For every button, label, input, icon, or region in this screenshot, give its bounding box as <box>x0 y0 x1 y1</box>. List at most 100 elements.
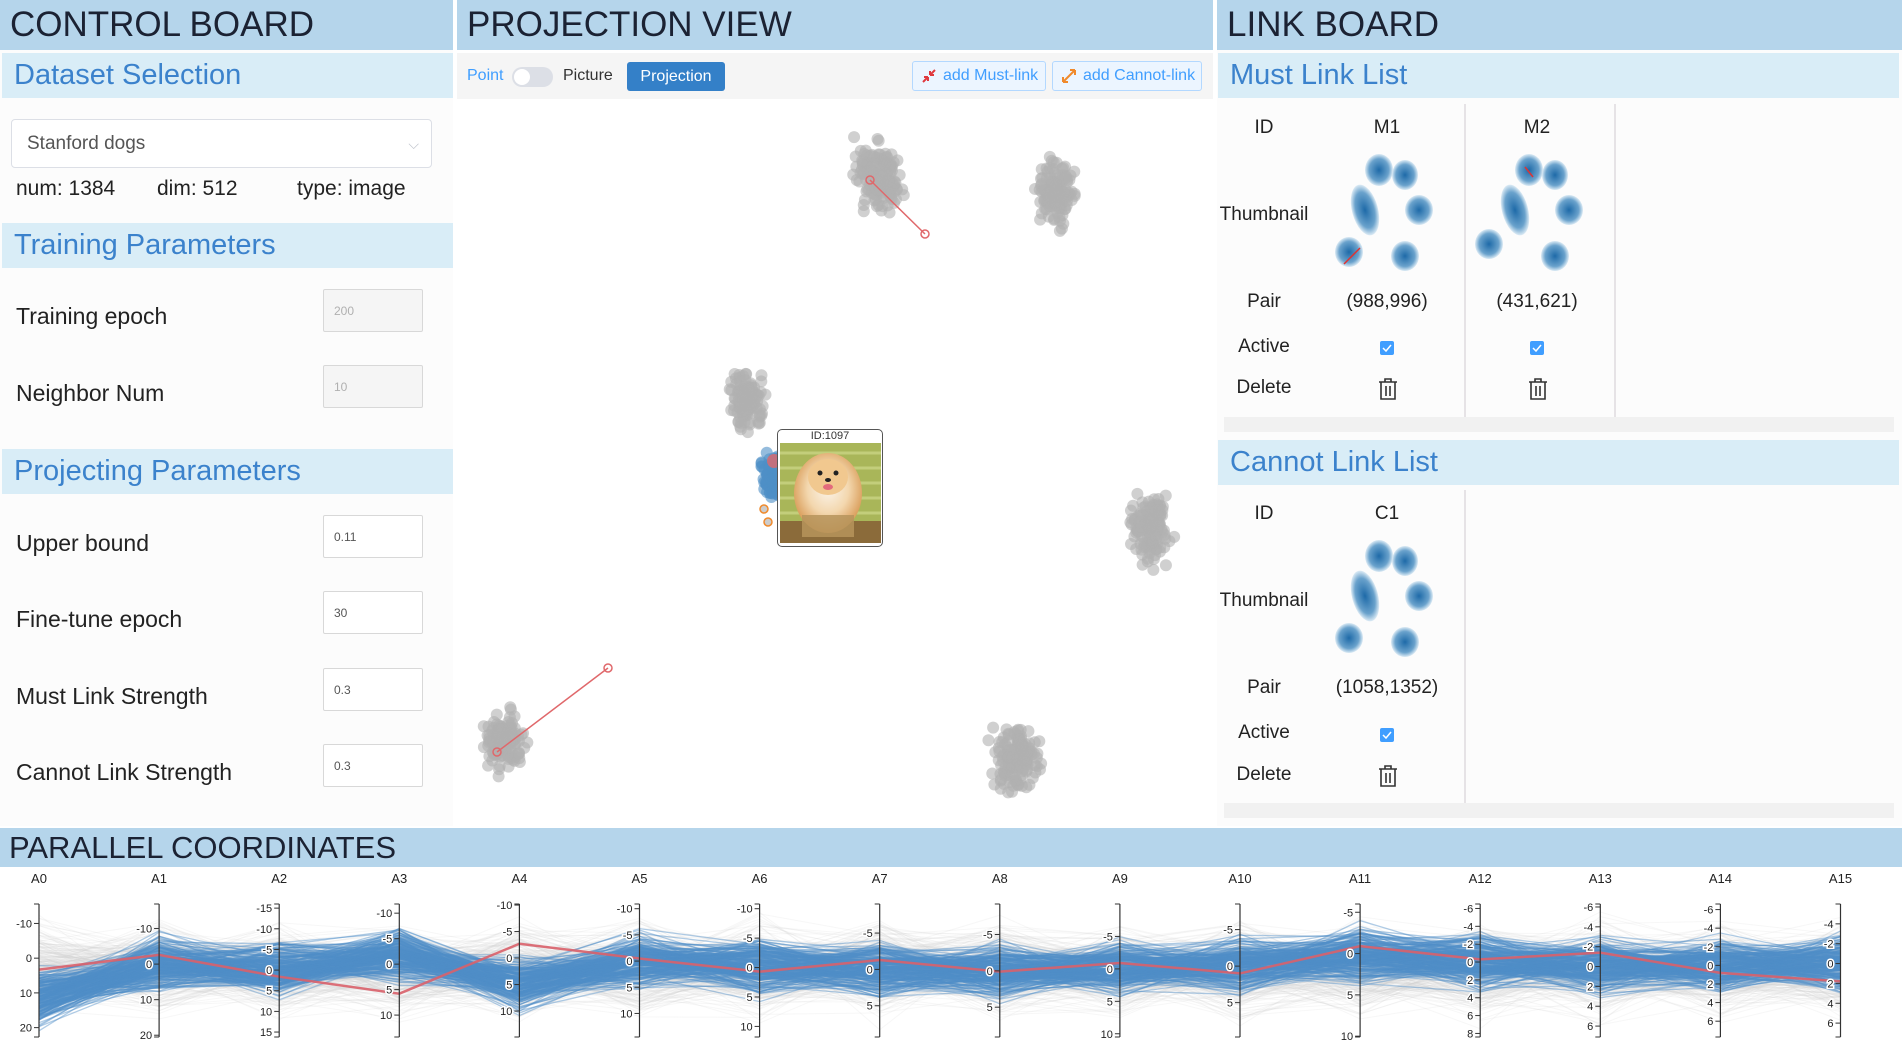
data-point[interactable] <box>482 759 495 772</box>
tick-label: 10 <box>380 1010 392 1022</box>
tick-label: 0 <box>867 964 873 976</box>
cannot-link-strength-label: Cannot Link Strength <box>16 759 233 785</box>
dog-thumbnail-image <box>780 443 881 543</box>
cannot-link-active-checkbox[interactable] <box>1380 728 1394 742</box>
cannot-link-endpoint[interactable] <box>759 504 769 514</box>
data-point[interactable] <box>723 383 736 396</box>
data-point[interactable] <box>490 708 503 721</box>
tick-label: 0 <box>26 953 32 965</box>
data-point[interactable] <box>501 748 514 761</box>
data-point[interactable] <box>1030 760 1043 773</box>
data-point[interactable] <box>1050 156 1063 169</box>
projection-button[interactable]: Projection <box>627 62 725 91</box>
data-point[interactable] <box>1022 725 1035 738</box>
data-point[interactable] <box>1033 735 1046 748</box>
tick-label: 4 <box>1467 993 1473 1005</box>
tick-label: -4 <box>1704 923 1714 935</box>
data-point[interactable] <box>982 734 995 747</box>
data-point[interactable] <box>1040 172 1053 185</box>
data-point[interactable] <box>1060 171 1073 184</box>
data-point[interactable] <box>492 726 505 739</box>
data-point[interactable] <box>761 474 774 487</box>
fine-tune-epoch-input[interactable]: 30 <box>323 591 423 634</box>
tick-label: 5 <box>626 982 632 994</box>
data-point[interactable] <box>885 193 898 206</box>
must-link-active-checkbox[interactable] <box>1530 341 1544 355</box>
data-point[interactable] <box>1136 548 1149 561</box>
pair-row-label: Pair <box>1247 291 1281 312</box>
neighbor-num-input[interactable]: 10 <box>323 365 423 408</box>
data-point[interactable] <box>1068 187 1081 200</box>
data-point[interactable] <box>477 720 490 733</box>
data-point[interactable] <box>1136 496 1149 509</box>
data-point[interactable] <box>492 770 505 783</box>
cannot-link-horizontal-scrollbar[interactable] <box>1224 803 1894 818</box>
data-point[interactable] <box>1015 740 1028 753</box>
point-picture-toggle[interactable] <box>512 67 553 87</box>
axis-label: A6 <box>752 871 768 886</box>
data-point[interactable] <box>728 368 741 381</box>
data-point[interactable] <box>738 404 751 417</box>
tick-label: 0 <box>386 959 392 971</box>
add-must-link-button[interactable]: add Must-link <box>912 61 1046 91</box>
checkmark-icon <box>1382 731 1392 740</box>
must-link-horizontal-scrollbar[interactable] <box>1224 417 1894 432</box>
data-point[interactable] <box>1158 528 1171 541</box>
data-point[interactable] <box>1008 726 1021 739</box>
compress-arrows-icon <box>922 69 936 83</box>
must-link-active-checkbox[interactable] <box>1380 341 1394 355</box>
data-point[interactable] <box>1038 184 1051 197</box>
data-point[interactable] <box>742 391 755 404</box>
data-point[interactable] <box>504 701 517 714</box>
cluster-blob <box>1405 195 1433 225</box>
data-point[interactable] <box>1143 520 1156 533</box>
data-point[interactable] <box>847 168 860 181</box>
tooltip-id: ID:1097 <box>810 430 850 442</box>
tick-label: 5 <box>1227 998 1233 1010</box>
data-point[interactable] <box>875 204 888 217</box>
control-board: CONTROL BOARD Dataset Selection Stanford… <box>0 0 453 826</box>
add-cannot-link-button[interactable]: add Cannot-link <box>1052 61 1202 91</box>
cannot-link-endpoint[interactable] <box>763 517 773 527</box>
tick-label: 2 <box>1827 978 1833 990</box>
data-point[interactable] <box>989 746 1002 759</box>
data-point[interactable] <box>1152 493 1165 506</box>
data-point[interactable] <box>873 177 886 190</box>
trash-icon[interactable] <box>1377 377 1399 401</box>
cannot-link-strength-input[interactable]: 0.3 <box>323 744 423 787</box>
cannot-link-pair: (1058,1352) <box>1335 677 1439 698</box>
point-mode-label[interactable]: Point <box>467 67 503 85</box>
data-point[interactable] <box>1158 541 1171 554</box>
data-point[interactable] <box>887 156 900 169</box>
picture-mode-label[interactable]: Picture <box>563 67 613 85</box>
upper-bound-input[interactable]: 0.11 <box>323 515 423 558</box>
data-point[interactable] <box>1006 751 1019 764</box>
must-link-strength-input[interactable]: 0.3 <box>323 668 423 711</box>
data-point[interactable] <box>848 131 861 144</box>
tick-label: 6 <box>1827 1018 1833 1030</box>
parallel-coordinates-chart[interactable]: A0-1001020A1-1001020A2-15-10-5051015A3-1… <box>0 867 1902 1056</box>
data-point[interactable] <box>859 144 872 157</box>
training-epoch-input[interactable]: 200 <box>323 289 423 332</box>
data-point[interactable] <box>987 721 1000 734</box>
data-point[interactable] <box>871 133 884 146</box>
trash-icon[interactable] <box>1377 764 1399 788</box>
trash-icon[interactable] <box>1527 377 1549 401</box>
data-point[interactable] <box>1011 778 1024 791</box>
tick-label: -15 <box>256 903 272 915</box>
data-point[interactable] <box>1055 222 1068 235</box>
tick-label: -10 <box>496 900 512 912</box>
cannot-link-thumbnail[interactable] <box>1317 536 1457 668</box>
data-point[interactable] <box>1159 559 1172 572</box>
projection-view: PROJECTION VIEW Point Picture Projection… <box>457 0 1213 826</box>
data-point[interactable] <box>1002 763 1015 776</box>
data-point[interactable] <box>1056 192 1069 205</box>
data-point[interactable] <box>1138 537 1151 550</box>
data-point[interactable] <box>857 205 870 218</box>
data-point[interactable] <box>1018 751 1031 764</box>
must-link-thumbnail[interactable] <box>1467 150 1607 282</box>
data-point[interactable] <box>735 417 748 430</box>
dataset-select[interactable]: Stanford dogs ⌵ <box>11 119 432 168</box>
data-point[interactable] <box>755 369 768 382</box>
must-link-thumbnail[interactable] <box>1317 150 1457 282</box>
